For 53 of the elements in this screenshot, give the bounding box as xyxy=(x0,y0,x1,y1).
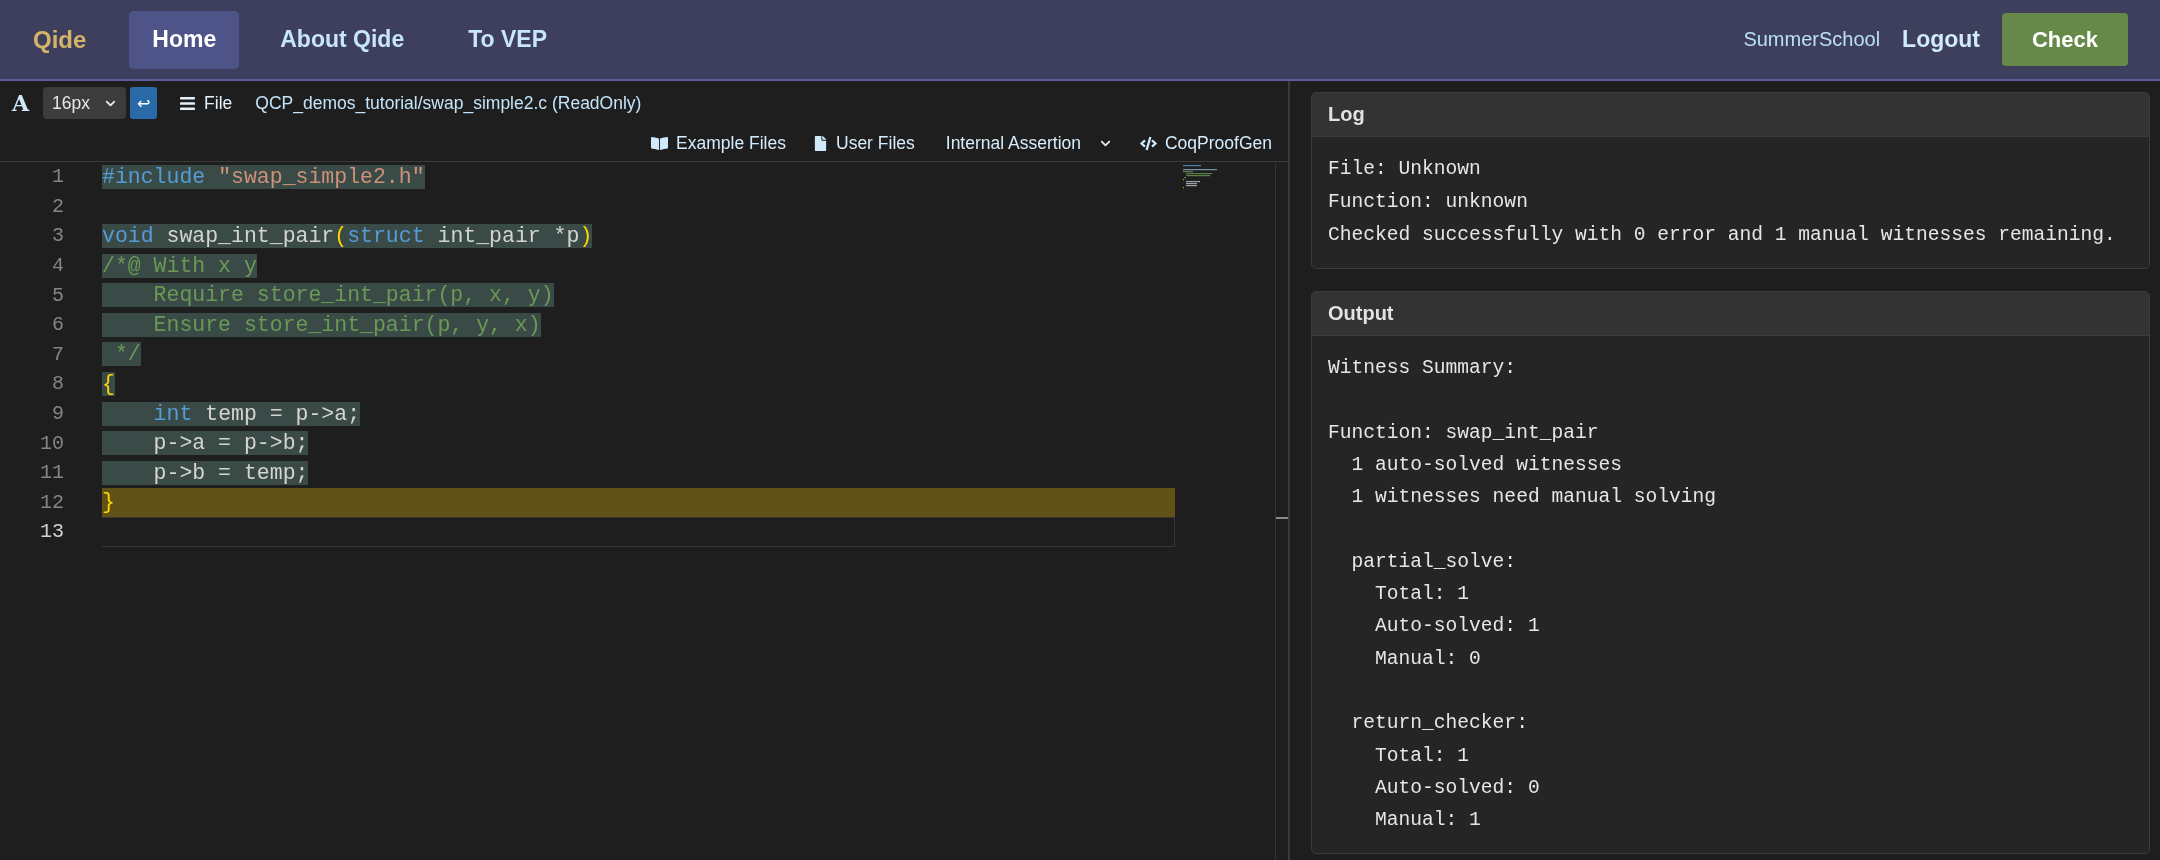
line-number: 4 xyxy=(51,254,64,278)
cursor-position-marker xyxy=(1276,517,1288,519)
line-number: 12 xyxy=(39,490,64,514)
code-icon xyxy=(1140,134,1157,152)
file-path: QCP_demos_tutorial/swap_simple2.c (ReadOnly) xyxy=(255,92,642,114)
logout-link[interactable]: Logout xyxy=(1902,26,1980,53)
nav-link[interactable]: About Qide xyxy=(257,10,428,69)
menu-icon xyxy=(179,94,197,112)
wrap-button[interactable]: ↩ xyxy=(130,87,158,119)
output-line: Function: swap_int_pair xyxy=(1328,420,1599,446)
check-button[interactable]: Check xyxy=(2002,13,2128,66)
line-number: 7 xyxy=(51,342,64,366)
file-icon xyxy=(813,135,828,151)
output-line: return_checker: xyxy=(1350,711,1528,737)
output-line: Auto-solved: 0 xyxy=(1374,775,1540,801)
output-line: 1 auto-solved witnesses xyxy=(1350,452,1622,478)
output-line: 1 witnesses need manual solving xyxy=(1350,485,1717,511)
toolbar-button[interactable]: CoqProofGen xyxy=(1140,132,1272,154)
toolbar-button[interactable]: Example Files xyxy=(651,132,786,154)
log-line: Function: unknown xyxy=(1328,190,1528,215)
mode-select[interactable]: Internal Assertion xyxy=(941,132,1113,154)
app-logo[interactable]: Qide xyxy=(33,25,87,54)
username: SummerSchool xyxy=(1743,28,1881,51)
file-menu[interactable]: File xyxy=(179,92,233,114)
line-number: 6 xyxy=(51,313,64,337)
log-line: Checked successfully with 0 error and 1 manual witnesses remaining. xyxy=(1328,223,2116,248)
line-number: 5 xyxy=(51,283,64,307)
log-line: File: Unknown xyxy=(1328,157,1481,182)
font-size-select[interactable]: 16px xyxy=(43,87,127,119)
line-number: 3 xyxy=(51,224,64,248)
line-number: 1 xyxy=(51,165,64,189)
output-line: Manual: 1 xyxy=(1374,808,1481,834)
output-line: Witness Summary: xyxy=(1328,356,1517,381)
line-number: 10 xyxy=(39,431,64,455)
line-number: 2 xyxy=(51,194,64,218)
code-line: } xyxy=(102,490,115,515)
output-line: Total: 1 xyxy=(1374,582,1470,608)
minimap-drawing xyxy=(1183,165,1219,189)
output-line: Total: 1 xyxy=(1374,743,1470,769)
line-number: 8 xyxy=(51,372,64,396)
font-icon: A xyxy=(12,90,30,116)
nav-link[interactable]: To VEP xyxy=(445,10,570,69)
output-line: Auto-solved: 1 xyxy=(1374,614,1540,640)
output-line: Manual: 0 xyxy=(1374,646,1481,672)
toolbar-button[interactable]: User Files xyxy=(813,132,915,154)
panel-title: Output xyxy=(1312,292,2149,336)
nav-link[interactable]: Home xyxy=(129,10,240,69)
panel-title: Log xyxy=(1312,93,2149,137)
line-number: 13 xyxy=(39,520,64,544)
output-line: partial_solve: xyxy=(1350,549,1517,575)
line-number: 9 xyxy=(51,402,64,426)
book-icon xyxy=(651,134,669,152)
line-number: 11 xyxy=(39,461,64,485)
